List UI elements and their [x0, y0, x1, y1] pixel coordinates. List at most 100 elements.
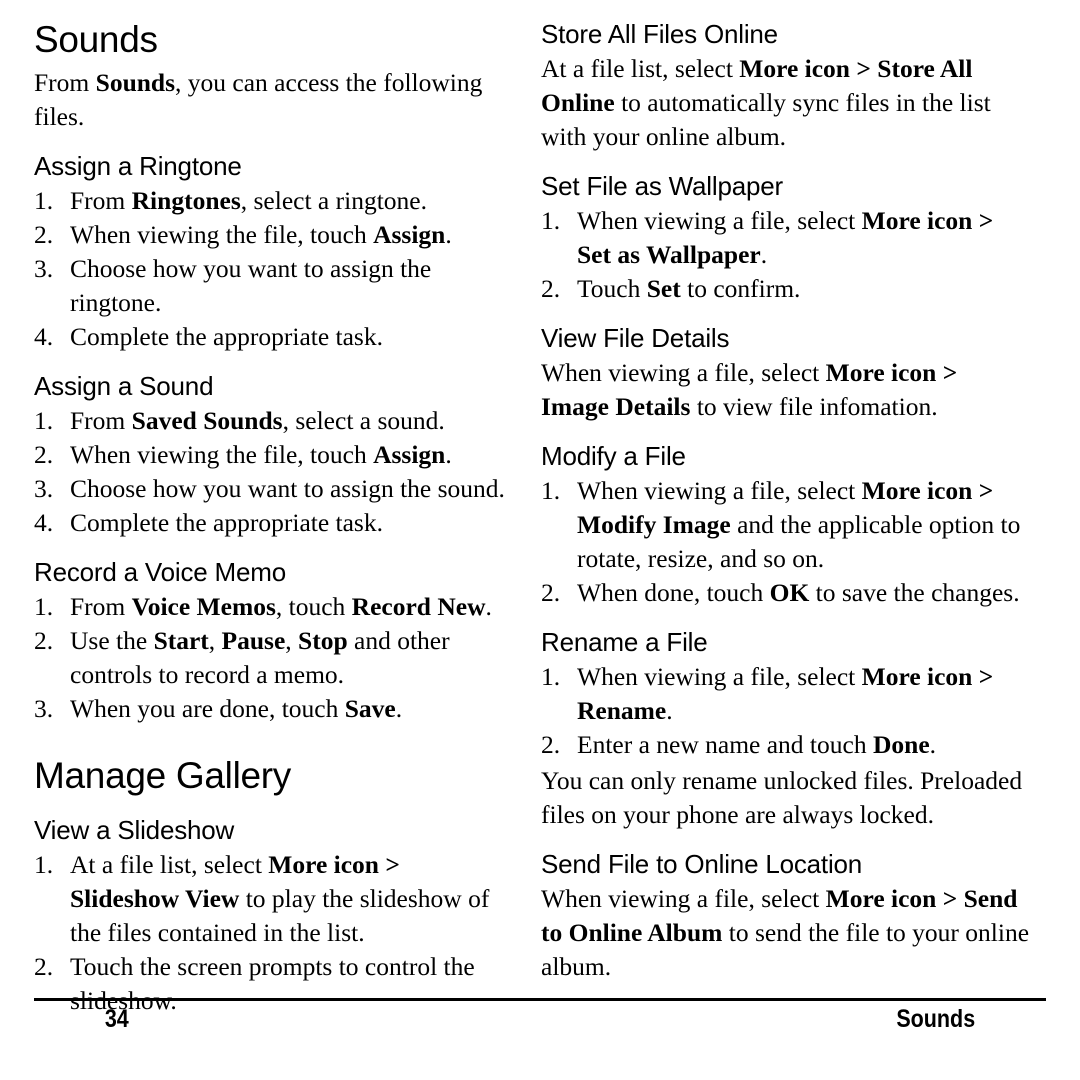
step-text-a: Use the: [70, 626, 154, 655]
section-heading-modify-a-file: Modify a File: [541, 441, 686, 471]
section-heading-assign-a-ringtone: Assign a Ringtone: [34, 151, 242, 181]
section-heading-send-file-to-online-location: Send File to Online Location: [541, 849, 863, 879]
step-number: 1.: [541, 206, 561, 235]
step-number: 1.: [541, 476, 561, 505]
step-text-a: Complete the appropriate task.: [70, 508, 383, 537]
step-text-c: .: [760, 240, 768, 269]
section-heading-set-file-as-wallpaper: Set File as Wallpaper: [541, 171, 783, 201]
paragraph-send-file-to-online-location: When viewing a file, select More icon > …: [541, 882, 1031, 984]
page-columns: Sounds From Sounds, you can access the f…: [0, 18, 1080, 1015]
step-bold-1: Assign: [373, 220, 446, 249]
step-text-d: .: [485, 592, 492, 621]
step-text-d: ,: [285, 626, 299, 655]
list-item: 2. When done, touch OK to save the change…: [541, 576, 1031, 610]
paragraph-rename-note: You can only rename unlocked files. Prel…: [541, 766, 1023, 829]
step-text-a: When viewing a file, select: [577, 206, 862, 235]
step-text-a: When viewing the file, touch: [70, 440, 374, 469]
step-number: 3.: [34, 694, 54, 723]
step-bold-1: Set: [646, 274, 681, 303]
step-text-a: At a file list, select: [70, 850, 269, 879]
section-heading-store-all-files-online: Store All Files Online: [541, 19, 778, 49]
step-bold-1: Ringtones: [131, 186, 241, 215]
step-text-a: When viewing a file, select: [577, 476, 862, 505]
step-number: 1.: [34, 406, 54, 435]
chapter-title-sounds: Sounds: [34, 19, 158, 60]
steps-record-a-voice-memo: 1. From Voice Memos, touch Record New. 2.…: [34, 590, 514, 726]
page-number: 34: [104, 1005, 129, 1033]
footer-divider: [34, 998, 1046, 1001]
steps-assign-a-sound: 1. From Saved Sounds, select a sound. 2. W…: [34, 404, 514, 540]
manual-page: Sounds From Sounds, you can access the f…: [0, 0, 1080, 1080]
right-column: Store All Files Online At a file list, s…: [541, 18, 1031, 986]
step-number: 2.: [34, 220, 54, 249]
section-heading-assign-a-sound: Assign a Sound: [34, 371, 214, 401]
step-number: 2.: [541, 274, 561, 303]
step-bold-1: Saved Sounds: [131, 406, 283, 435]
steps-rename-a-file: 1. When viewing a file, select More icon …: [541, 660, 1031, 762]
step-number: 4.: [34, 508, 54, 537]
step-number: 2.: [34, 626, 54, 655]
step-number: 2.: [34, 440, 54, 469]
step-number: 4.: [34, 322, 54, 351]
footer-section-label: Sounds: [896, 1005, 976, 1033]
section-heading-view-a-slideshow: View a Slideshow: [34, 815, 235, 845]
step-bold-1: Voice Memos: [131, 592, 276, 621]
list-item: 1. From Voice Memos, touch Record New.: [34, 590, 514, 624]
step-number: 3.: [34, 254, 54, 283]
step-text-c: , select a ringtone.: [240, 186, 427, 215]
step-bold-3: Stop: [298, 626, 348, 655]
steps-view-a-slideshow: 1. At a file list, select More icon > Sli…: [34, 848, 514, 1018]
list-item: 1. When viewing a file, select More icon …: [541, 474, 1031, 576]
step-bold-1: OK: [769, 578, 810, 607]
list-item: 2. When viewing the file, touch Assign.: [34, 438, 514, 472]
step-bold-2: Record New: [351, 592, 486, 621]
steps-set-file-as-wallpaper: 1. When viewing a file, select More icon …: [541, 204, 1031, 306]
step-number: 1.: [34, 592, 54, 621]
step-text-a: When done, touch: [577, 578, 770, 607]
step-text-c: , touch: [275, 592, 352, 621]
step-text-a: From: [70, 406, 132, 435]
step-text-c: .: [666, 696, 673, 725]
step-bold-1: Start: [153, 626, 209, 655]
list-item: 2. Use the Start, Pause, Stop and other c…: [34, 624, 514, 692]
step-number: 2.: [541, 578, 561, 607]
list-item: 1. When viewing a file, select More icon …: [541, 204, 1031, 272]
step-text-a: Choose how you want to assign the sound.: [70, 474, 505, 503]
list-item: 1. When viewing a file, select More icon …: [541, 660, 1031, 728]
step-text-a: Complete the appropriate task.: [70, 322, 383, 351]
step-number: 1.: [34, 850, 54, 879]
list-item: 2. Touch Set to confirm.: [541, 272, 1031, 306]
steps-assign-a-ringtone: 1. From Ringtones, select a ringtone. 2. W…: [34, 184, 514, 354]
step-text-a: When viewing a file, select: [577, 662, 862, 691]
list-item: 1. From Saved Sounds, select a sound.: [34, 404, 514, 438]
step-text-c: .: [395, 694, 403, 723]
step-text-a: Touch: [577, 274, 647, 303]
section-heading-rename-a-file: Rename a File: [541, 627, 708, 657]
list-item: 1. At a file list, select More icon > Sli…: [34, 848, 514, 950]
step-text-c: , select a sound.: [282, 406, 445, 435]
page-footer: 34 Sounds: [34, 998, 1046, 1044]
para-text-a: At a file list, select: [541, 54, 740, 83]
list-item: 4. Complete the appropriate task.: [34, 320, 514, 354]
step-text-c: to save the changes.: [809, 578, 1020, 607]
chapter-title-manage-gallery: Manage Gallery: [34, 755, 291, 796]
intro-prefix: From: [34, 68, 96, 97]
step-number: 2.: [541, 730, 561, 759]
footer-row: 34 Sounds: [105, 1004, 975, 1034]
intro-bold-sounds: Sounds: [95, 68, 176, 97]
list-item: 3. Choose how you want to assign the soun…: [34, 472, 514, 506]
step-text-a: From: [70, 186, 132, 215]
step-text-c: .: [445, 220, 452, 249]
step-number: 1.: [541, 662, 561, 691]
step-text-c: ,: [208, 626, 222, 655]
paragraph-view-file-details: When viewing a file, select More icon > …: [541, 356, 1031, 424]
left-column: Sounds From Sounds, you can access the f…: [34, 18, 514, 1018]
step-number: 2.: [34, 952, 54, 981]
sounds-intro-paragraph: From Sounds, you can access the followin…: [34, 66, 514, 134]
list-item: 2. Enter a new name and touch Done.: [541, 728, 1031, 762]
step-text-c: .: [445, 440, 452, 469]
list-item: 3. Choose how you want to assign the ring…: [34, 252, 514, 320]
list-item: 2. When viewing the file, touch Assign.: [34, 218, 514, 252]
step-number: 1.: [34, 186, 54, 215]
paragraph-store-all-files-online: At a file list, select More icon > Store…: [541, 52, 1031, 154]
